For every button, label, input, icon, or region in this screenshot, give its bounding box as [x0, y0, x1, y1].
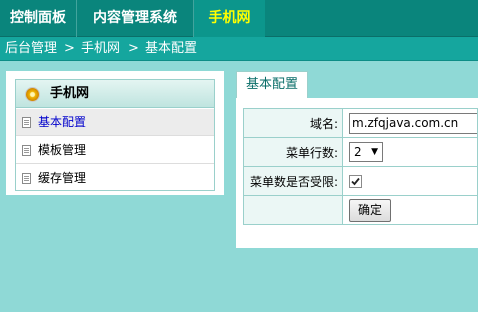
- document-icon: [22, 173, 31, 184]
- form-row-domain: 域名: m.zfqjava.com.cn: [243, 108, 478, 138]
- menu-rows-select[interactable]: 2 ▼: [349, 142, 383, 162]
- chevron-down-icon: ▼: [371, 147, 378, 157]
- sidebar-panel: 手机网 基本配置 模板管理 缓存管理: [6, 71, 224, 195]
- form-row-submit: 确定: [243, 195, 478, 225]
- submit-button[interactable]: 确定: [349, 198, 392, 222]
- sidebar-menu: 手机网 基本配置 模板管理 缓存管理: [15, 79, 215, 191]
- form-row-menu-rows: 菜单行数: 2 ▼: [243, 137, 478, 167]
- sidebar-item-label: 模板管理: [38, 143, 87, 157]
- document-icon: [22, 117, 31, 128]
- sidebar-item-basic-config[interactable]: 基本配置: [16, 109, 214, 136]
- sidebar-item-label: 缓存管理: [38, 171, 87, 185]
- breadcrumb-item-mobile[interactable]: 手机网: [81, 37, 120, 61]
- breadcrumb-item-admin[interactable]: 后台管理: [5, 37, 57, 61]
- config-form: 域名: m.zfqjava.com.cn 菜单行数: 2 ▼ 菜单数是否受限:: [243, 108, 478, 225]
- tab-mobile-site[interactable]: 手机网: [194, 0, 265, 37]
- tab-control-panel[interactable]: 控制面板: [0, 0, 77, 37]
- form-row-limit: 菜单数是否受限:: [243, 166, 478, 196]
- breadcrumb-separator: >: [128, 41, 139, 56]
- config-form-panel: 域名: m.zfqjava.com.cn 菜单行数: 2 ▼ 菜单数是否受限:: [236, 98, 478, 248]
- menu-limit-checkbox[interactable]: [349, 175, 362, 188]
- tab-content-management[interactable]: 内容管理系统: [77, 0, 194, 37]
- sidebar-title: 手机网: [50, 86, 90, 101]
- menu-limit-label: 菜单数是否受限:: [243, 166, 343, 196]
- breadcrumb: 后台管理 > 手机网 > 基本配置: [0, 37, 478, 61]
- bullet-icon: [26, 88, 39, 101]
- tab-basic-config[interactable]: 基本配置: [236, 71, 308, 99]
- breadcrumb-separator: >: [64, 41, 75, 56]
- sidebar-item-label: 基本配置: [38, 115, 87, 129]
- checkmark-icon: [351, 177, 360, 186]
- sidebar-item-cache-management[interactable]: 缓存管理: [16, 165, 214, 192]
- domain-input[interactable]: m.zfqjava.com.cn: [349, 112, 477, 134]
- domain-label: 域名:: [243, 108, 343, 138]
- document-icon: [22, 145, 31, 156]
- top-nav: 控制面板 内容管理系统 手机网: [0, 0, 478, 37]
- sidebar-header: 手机网: [16, 80, 214, 108]
- breadcrumb-item-basic-config: 基本配置: [145, 41, 198, 56]
- menu-rows-value: 2: [354, 145, 362, 159]
- menu-rows-label: 菜单行数:: [243, 137, 343, 167]
- sidebar-item-template-management[interactable]: 模板管理: [16, 137, 214, 164]
